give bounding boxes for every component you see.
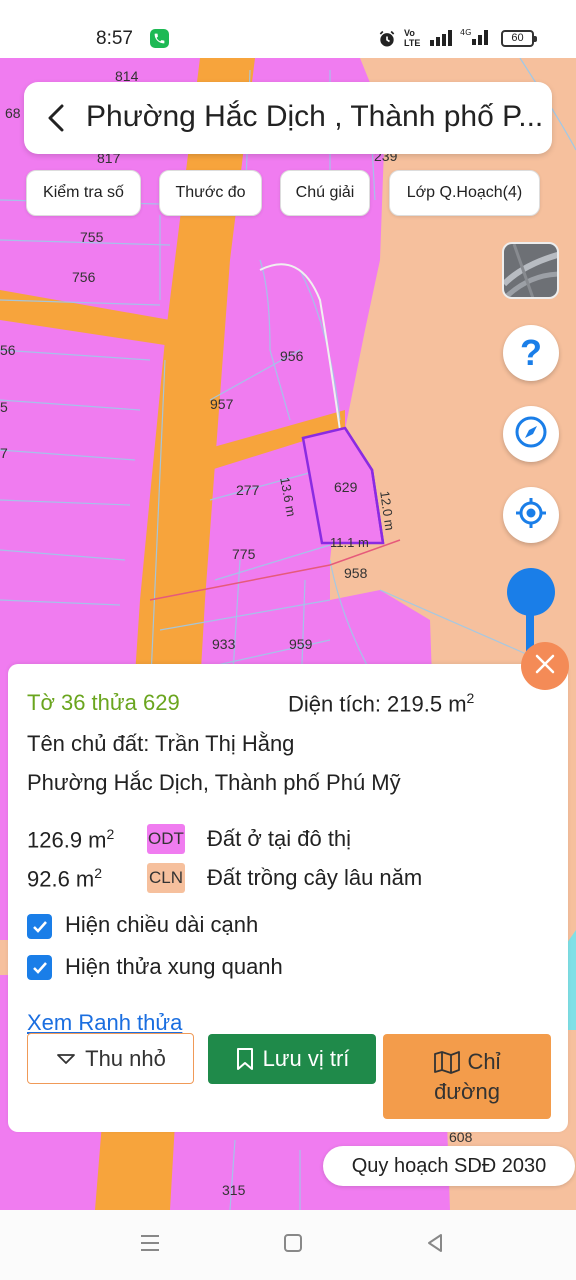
plot-number: 755 — [80, 229, 104, 245]
help-icon: ? — [520, 332, 542, 373]
close-panel-button[interactable] — [521, 642, 569, 690]
show-edge-length-checkbox[interactable] — [27, 914, 52, 939]
parcel-address: Phường Hắc Dịch, Thành phố Phú Mỹ — [27, 770, 401, 795]
show-neighbors-checkbox[interactable] — [27, 955, 52, 980]
status-bar: 8:57 Vo LTE 4G 60 — [0, 0, 576, 58]
menu-icon[interactable] — [139, 1232, 161, 1259]
signal-icon — [430, 30, 454, 51]
system-nav-bar — [0, 1210, 576, 1280]
help-button[interactable]: ? — [503, 325, 559, 381]
landuse-area: 126.9 m2 — [27, 826, 114, 853]
satellite-layer-thumbnail[interactable] — [502, 242, 559, 299]
landuse-area: 92.6 m2 — [27, 865, 102, 892]
back-icon[interactable] — [424, 1232, 446, 1259]
chevron-down-icon — [57, 1053, 76, 1064]
signal-4g-icon: 4G — [460, 27, 492, 52]
phone-call-icon — [150, 29, 169, 48]
owner-name: Tên chủ đất: Trần Thị Hằng — [27, 731, 295, 756]
svg-text:4G: 4G — [460, 28, 471, 37]
directions-label-line2: đường — [434, 1078, 500, 1104]
close-icon — [533, 652, 557, 681]
back-arrow-icon[interactable] — [36, 96, 80, 140]
save-location-label: Lưu vị trí — [262, 1046, 350, 1071]
status-time: 8:57 — [96, 28, 133, 49]
landuse-name: Đất trồng cây lâu năm — [207, 865, 423, 890]
alarm-icon — [377, 29, 397, 54]
show-edge-length-label[interactable]: Hiện chiều dài cạnh — [65, 912, 258, 938]
area-unit-superscript: 2 — [94, 865, 103, 881]
shrink-button-label: Thu nhỏ — [85, 1045, 166, 1071]
directions-button[interactable]: Chỉ đường — [383, 1034, 551, 1119]
plot-number: 56 — [0, 342, 16, 358]
bookmark-icon — [236, 1048, 253, 1070]
compass-button[interactable] — [503, 406, 559, 462]
crosshair-icon — [514, 496, 548, 535]
landuse-name: Đất ở tại đô thị — [207, 826, 352, 851]
show-neighbors-label[interactable]: Hiện thửa xung quanh — [65, 954, 283, 980]
compass-icon — [514, 415, 548, 454]
plot-number: 7 — [0, 445, 8, 461]
plot-number: 957 — [210, 396, 234, 412]
plot-number: 775 — [232, 546, 256, 562]
parcel-area: Diện tích: 219.5 m2 — [288, 690, 474, 717]
save-location-button[interactable]: Lưu vị trí — [208, 1034, 376, 1084]
legend-button[interactable]: Chú giải — [280, 170, 370, 216]
landuse-code-badge: ODT — [147, 824, 185, 854]
check-icon — [32, 961, 47, 974]
plot-number: 958 — [344, 565, 368, 581]
plot-number: 756 — [72, 269, 96, 285]
area-unit-superscript: 2 — [106, 826, 115, 842]
plot-number: 956 — [280, 348, 304, 364]
battery-indicator: 60 — [501, 30, 537, 47]
plot-number: 5 — [0, 399, 8, 415]
home-icon[interactable] — [282, 1232, 304, 1259]
landuse-area-value: 126.9 m — [27, 827, 107, 853]
edge-length-label: 11.1 m — [330, 535, 369, 550]
map-icon — [434, 1050, 461, 1074]
check-number-button[interactable]: Kiểm tra số — [26, 170, 141, 216]
opacity-slider-handle[interactable] — [507, 568, 555, 616]
landuse-area-value: 92.6 m — [27, 866, 95, 892]
shrink-button[interactable]: Thu nhỏ — [27, 1033, 194, 1084]
ruler-button[interactable]: Thước đo — [159, 170, 262, 216]
check-icon — [32, 920, 47, 933]
my-location-button[interactable] — [503, 487, 559, 543]
plot-number: 277 — [236, 482, 260, 498]
planning-layers-button[interactable]: Lớp Q.Hoạch(4) — [389, 170, 540, 216]
planning-layer-label[interactable]: Quy hoạch SDĐ 2030 — [323, 1146, 575, 1186]
plot-number: 959 — [289, 636, 313, 652]
sheet-parcel-number: Tờ 36 thửa 629 — [27, 690, 180, 715]
location-header[interactable]: Phường Hắc Dịch , Thành phố P... — [24, 82, 552, 154]
plot-number: 68 — [5, 105, 21, 121]
plot-number-selected[interactable]: 629 — [334, 479, 357, 495]
directions-label-line1: Chỉ — [467, 1048, 501, 1074]
plot-number: 315 — [222, 1182, 246, 1198]
parcel-area-value: Diện tích: 219.5 m — [288, 691, 467, 717]
volte-indicator: Vo LTE — [404, 28, 421, 48]
landuse-code-badge: CLN — [147, 863, 185, 893]
page-title: Phường Hắc Dịch , Thành phố P... — [86, 100, 544, 133]
plot-number: 933 — [212, 636, 236, 652]
area-unit-superscript: 2 — [466, 690, 475, 706]
